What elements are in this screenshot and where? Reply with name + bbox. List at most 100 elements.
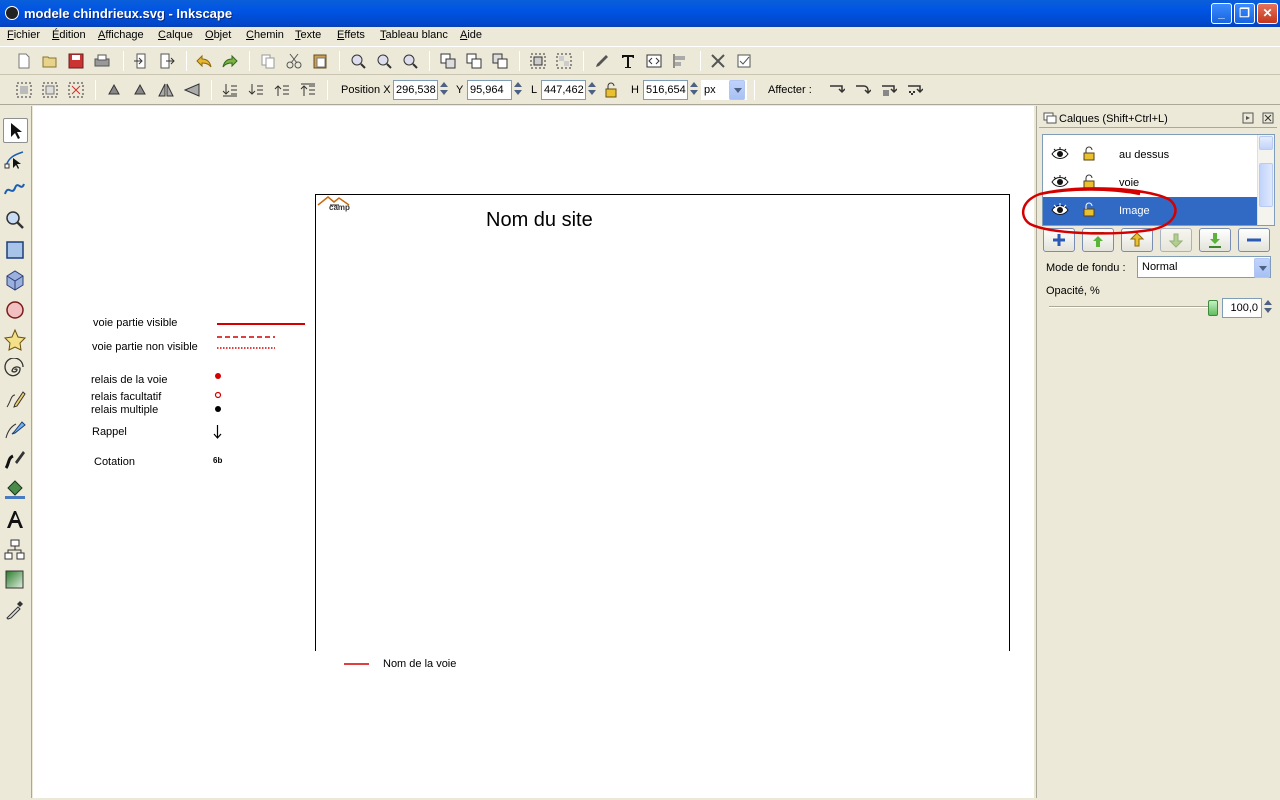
cotation-sample[interactable]: 6b (213, 456, 222, 465)
x-input[interactable]: 296,538 (393, 80, 438, 100)
eye-visible-icon[interactable] (1051, 175, 1069, 189)
close-button[interactable]: ✕ (1257, 3, 1278, 24)
tweak-tool[interactable] (3, 178, 28, 203)
clone-icon[interactable] (466, 53, 482, 69)
select-all-icon[interactable] (16, 82, 32, 98)
pencil-tool[interactable] (3, 388, 28, 413)
menu-fichier[interactable]: Fichier (7, 29, 40, 41)
group-icon[interactable] (530, 53, 546, 69)
rotate-cw-icon[interactable] (132, 82, 148, 98)
layer-row-image[interactable]: Image (1043, 197, 1258, 225)
legend-relais-facultatif-label[interactable]: relais facultatif (91, 391, 161, 403)
raise-layer-button[interactable] (1121, 228, 1153, 252)
node-tool[interactable] (3, 148, 28, 173)
print-icon[interactable] (94, 53, 110, 69)
unit-dropdown-arrow[interactable] (729, 80, 745, 100)
menu-objet[interactable]: Objet (205, 29, 231, 41)
rotate-ccw-icon[interactable] (106, 82, 122, 98)
scroll-up-button[interactable] (1259, 136, 1273, 150)
rectangle-tool[interactable] (3, 238, 28, 263)
scroll-thumb[interactable] (1259, 163, 1273, 207)
menu-texte[interactable]: Texte (295, 29, 321, 41)
zoom-drawing-icon[interactable] (376, 53, 392, 69)
paint-bucket-tool[interactable] (3, 478, 28, 503)
xml-editor-icon[interactable] (646, 53, 662, 69)
blend-mode-dropdown-arrow[interactable] (1254, 258, 1270, 278)
transform-gradients-icon[interactable] (881, 82, 897, 98)
height-spinner[interactable] (688, 80, 699, 100)
export-icon[interactable] (159, 53, 175, 69)
width-input[interactable]: 447,462 (541, 80, 586, 100)
zoom-selection-icon[interactable] (350, 53, 366, 69)
relais-multiple-dot[interactable] (214, 405, 222, 413)
import-icon[interactable] (133, 53, 149, 69)
lower-to-bottom-icon[interactable] (222, 82, 238, 98)
width-spinner[interactable] (586, 80, 597, 100)
dropper-tool[interactable] (3, 598, 28, 623)
copy-icon[interactable] (260, 53, 276, 69)
relais-facultatif-circle[interactable] (214, 391, 222, 399)
voie-legend-line[interactable] (344, 662, 370, 666)
dock-close-icon[interactable] (1262, 112, 1274, 124)
drawing-canvas[interactable]: camp Nom du site voie partie visible voi… (33, 106, 1034, 798)
connector-tool[interactable] (3, 538, 28, 563)
opacity-slider-thumb[interactable] (1208, 300, 1218, 316)
text-tool[interactable] (3, 508, 28, 533)
opacity-slider-track[interactable] (1049, 306, 1213, 308)
menu-calque[interactable]: Calque (158, 29, 193, 41)
select-all-layers-icon[interactable] (42, 82, 58, 98)
preferences-tools-icon[interactable] (710, 53, 726, 69)
fill-stroke-icon[interactable] (594, 53, 610, 69)
rappel-arrow[interactable] (213, 424, 222, 440)
menu-tableau-blanc[interactable]: Tableau blanc (380, 29, 448, 41)
lock-open-icon[interactable] (1083, 174, 1095, 189)
menu-effets[interactable]: Effets (337, 29, 365, 41)
star-tool[interactable] (3, 328, 28, 353)
layers-scrollbar[interactable] (1257, 135, 1274, 225)
y-spinner[interactable] (512, 80, 523, 100)
ungroup-icon[interactable] (556, 53, 572, 69)
lock-open-icon[interactable] (1083, 146, 1095, 161)
text-font-icon[interactable] (620, 53, 636, 69)
legend-visible-label[interactable]: voie partie visible (93, 317, 177, 329)
cut-icon[interactable] (286, 53, 302, 69)
legend-relais-label[interactable]: relais de la voie (91, 374, 167, 386)
document-properties-icon[interactable] (736, 53, 752, 69)
save-icon[interactable] (68, 53, 84, 69)
blend-mode-select[interactable]: Normal (1137, 256, 1271, 278)
y-input[interactable]: 95,964 (467, 80, 512, 100)
maximize-button[interactable]: ❐ (1234, 3, 1255, 24)
gradient-tool[interactable] (3, 568, 28, 593)
raise-to-top-icon[interactable] (300, 82, 316, 98)
redo-icon[interactable] (222, 53, 238, 69)
eye-visible-icon[interactable] (1051, 147, 1069, 161)
height-input[interactable]: 516,654 (643, 80, 688, 100)
menu-affichage[interactable]: Affichage (98, 29, 144, 41)
legend-dashed-lines[interactable] (217, 335, 277, 351)
calligraphy-tool[interactable] (3, 448, 28, 473)
eye-visible-icon[interactable] (1051, 203, 1069, 217)
opacity-input[interactable]: 100,0 (1222, 298, 1262, 318)
flip-vertical-icon[interactable] (184, 82, 200, 98)
legend-relais-multiple-label[interactable]: relais multiple (91, 404, 158, 416)
spiral-tool[interactable] (3, 357, 28, 383)
deselect-icon[interactable] (68, 82, 84, 98)
scale-stroke-icon[interactable] (829, 82, 845, 98)
scale-corners-icon[interactable] (855, 82, 871, 98)
ellipse-tool[interactable] (3, 298, 28, 323)
legend-rappel-label[interactable]: Rappel (92, 426, 127, 438)
unlink-clone-icon[interactable] (492, 53, 508, 69)
dock-detach-icon[interactable] (1242, 112, 1254, 124)
zoom-tool[interactable] (3, 208, 28, 233)
raise-icon[interactable] (274, 82, 290, 98)
pen-tool[interactable] (3, 418, 28, 443)
lower-layer-button[interactable] (1160, 228, 1192, 252)
undo-icon[interactable] (196, 53, 212, 69)
legend-non-visible-label[interactable]: voie partie non visible (92, 341, 198, 353)
menu-chemin[interactable]: Chemin (246, 29, 284, 41)
lock-ratio-icon[interactable] (603, 82, 619, 98)
align-distribute-icon[interactable] (672, 53, 688, 69)
add-layer-button[interactable] (1043, 228, 1075, 252)
3d-box-tool[interactable] (3, 268, 28, 293)
transform-patterns-icon[interactable] (907, 82, 923, 98)
